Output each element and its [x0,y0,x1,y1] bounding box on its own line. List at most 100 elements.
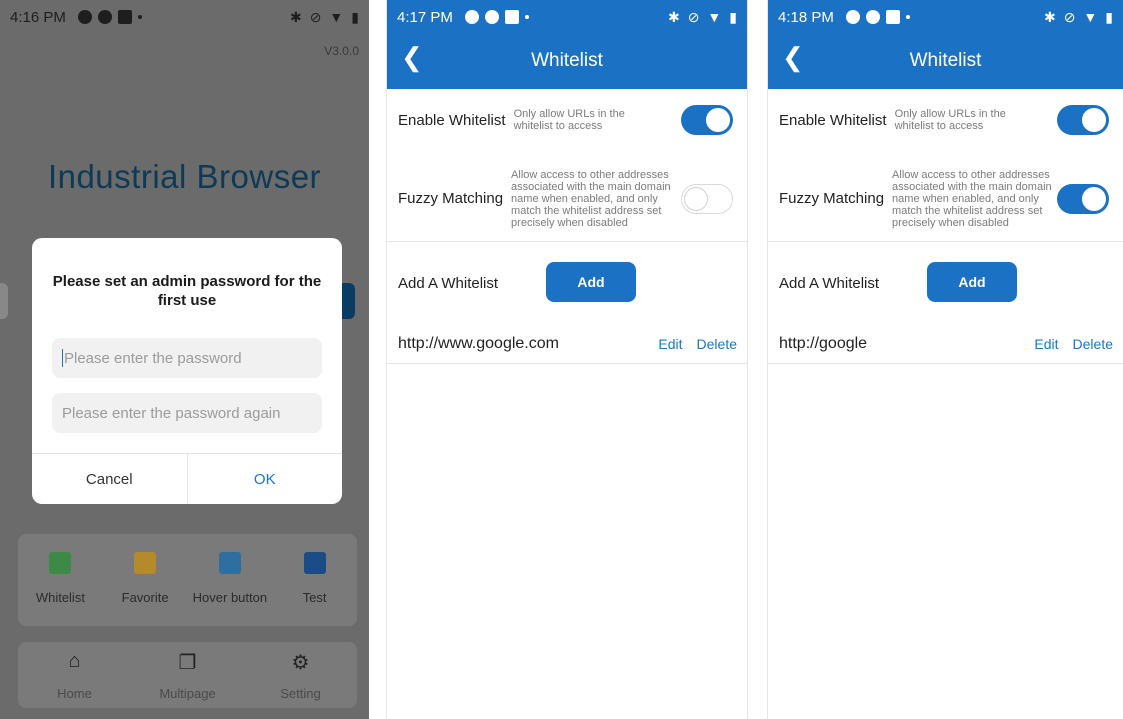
app-title: Industrial Browser [47,158,322,195]
app-header: 4:17 PM ✱ ⊘ ▼ ▮ ❮ Whitelist [387,0,747,89]
wifi-icon: ▼ [707,9,722,25]
enable-whitelist-desc: Only allow URLs in the whitelist to acce… [894,108,1006,132]
password-confirm-input[interactable]: Please enter the password again [52,393,322,433]
zoom-notification-icon [97,10,112,24]
whitelist-url: http://www.google.com [398,334,559,352]
tool-label: Test [302,590,327,605]
cancel-button[interactable]: Cancel [32,454,188,504]
status-bar: 4:16 PM ✱ ⊘ ▼ ▮ [0,0,369,34]
fuzzy-matching-desc: Allow access to other addresses associat… [511,168,671,229]
add-whitelist-row: Add A Whitelist Add [387,262,747,304]
more-notifications-icon [905,15,910,19]
enable-whitelist-toggle[interactable] [681,105,733,135]
whitelist-entry: http://google Edit Delete [768,324,1123,364]
add-button[interactable]: Add [546,262,636,302]
add-whitelist-label: Add A Whitelist [398,274,499,292]
mute-icon: ⊘ [1063,8,1076,25]
entry-actions: Edit Delete [658,336,737,352]
bottom-nav: ⌂ Home ❐ Multipage ⚙ Setting [18,642,357,708]
whitelist-url: http://google [779,334,868,352]
stop-notification-icon [504,10,519,24]
fuzzy-matching-label: Fuzzy Matching [779,190,885,207]
home-icon: ⌂ [68,650,81,672]
nav-label: Home [57,686,92,701]
stop-notification-icon [117,10,132,24]
tool-label: Hover button [192,590,268,605]
battery-icon: ▮ [351,8,359,25]
battery-icon: ▮ [1105,8,1113,25]
tools-panel: Whitelist Favorite Hover button Test [18,534,357,626]
whitelist-screen-2: 4:18 PM ✱ ⊘ ▼ ▮ ❮ Whitelist Enable White… [767,0,1123,719]
add-button[interactable]: Add [927,262,1017,302]
status-time: 4:16 PM [10,8,66,26]
fuzzy-matching-label: Fuzzy Matching [398,190,504,207]
go-button-edge [341,283,355,319]
more-notifications-icon [137,15,142,19]
entry-actions: Edit Delete [1034,336,1113,352]
nav-setting[interactable]: ⚙ Setting [244,642,357,708]
nav-home[interactable]: ⌂ Home [18,642,131,708]
toggle-knob [684,186,708,211]
app-notification-icon [845,10,860,24]
stop-notification-icon [885,10,900,24]
fuzzy-matching-row: Fuzzy Matching Allow access to other add… [768,156,1123,242]
more-notifications-icon [524,15,529,19]
edit-link[interactable]: Edit [1034,336,1058,352]
bluetooth-icon: ✱ [1043,8,1056,25]
wifi-icon: ▼ [329,9,344,25]
status-bar: 4:18 PM ✱ ⊘ ▼ ▮ [768,0,1123,34]
app-notification-icon [464,10,479,24]
add-whitelist-label: Add A Whitelist [779,274,880,292]
fuzzy-matching-toggle[interactable] [1057,183,1109,214]
fuzzy-matching-toggle[interactable] [681,183,733,214]
status-bar: 4:17 PM ✱ ⊘ ▼ ▮ [387,0,747,34]
browser-home-screen: 4:16 PM ✱ ⊘ ▼ ▮ V3.0.0 Industrial Browse… [0,0,369,719]
tool-test[interactable]: Test [272,534,357,626]
ok-button[interactable]: OK [188,454,343,504]
scan-icon [303,552,326,574]
tool-label: Whitelist [35,590,85,605]
bluetooth-icon: ✱ [667,8,680,25]
app-header: 4:18 PM ✱ ⊘ ▼ ▮ ❮ Whitelist [768,0,1123,89]
dialog-buttons: Cancel OK [32,453,342,504]
battery-icon: ▮ [729,8,737,25]
status-time: 4:18 PM [778,8,834,26]
whitelist-entry: http://www.google.com Edit Delete [387,324,747,364]
delete-link[interactable]: Delete [697,336,737,352]
password-again-placeholder: Please enter the password again [62,404,281,422]
enable-whitelist-label: Enable Whitelist [398,111,506,129]
gear-icon: ⚙ [291,652,310,674]
enable-whitelist-row: Enable Whitelist Only allow URLs in the … [387,98,747,142]
mute-icon: ⊘ [309,8,322,25]
nav-label: Multipage [159,686,216,701]
wifi-icon: ▼ [1083,9,1098,25]
bluetooth-icon: ✱ [289,8,302,25]
pages-icon: ❐ [178,652,197,674]
nav-multipage[interactable]: ❐ Multipage [131,642,244,708]
password-placeholder: Please enter the password [64,349,242,367]
delete-link[interactable]: Delete [1073,336,1113,352]
tool-hover-button[interactable]: Hover button [188,534,273,626]
toggle-knob [706,108,730,132]
page-title: Whitelist [909,50,982,71]
tool-favorite[interactable]: Favorite [103,534,188,626]
enable-whitelist-desc: Only allow URLs in the whitelist to acce… [513,108,625,132]
enable-whitelist-label: Enable Whitelist [779,111,887,129]
zoom-notification-icon [865,10,880,24]
folder-star-icon [134,552,157,574]
dialog-title: Please set an admin password for the fir… [52,273,322,309]
password-input[interactable]: Please enter the password [52,338,322,378]
tool-whitelist[interactable]: Whitelist [18,534,103,626]
whitelist-screen-1: 4:17 PM ✱ ⊘ ▼ ▮ ❮ Whitelist Enable White… [386,0,748,719]
page-title: Whitelist [531,50,603,71]
tool-label: Favorite [121,590,169,605]
app-notification-icon [77,10,92,24]
fuzzy-matching-row: Fuzzy Matching Allow access to other add… [387,156,747,242]
edit-link[interactable]: Edit [658,336,682,352]
nav-label: Setting [280,686,321,701]
enable-whitelist-toggle[interactable] [1057,105,1109,135]
text-caret [62,349,63,367]
admin-password-dialog: Please set an admin password for the fir… [32,238,342,504]
url-bar-edge [0,283,8,319]
enable-whitelist-row: Enable Whitelist Only allow URLs in the … [768,98,1123,142]
